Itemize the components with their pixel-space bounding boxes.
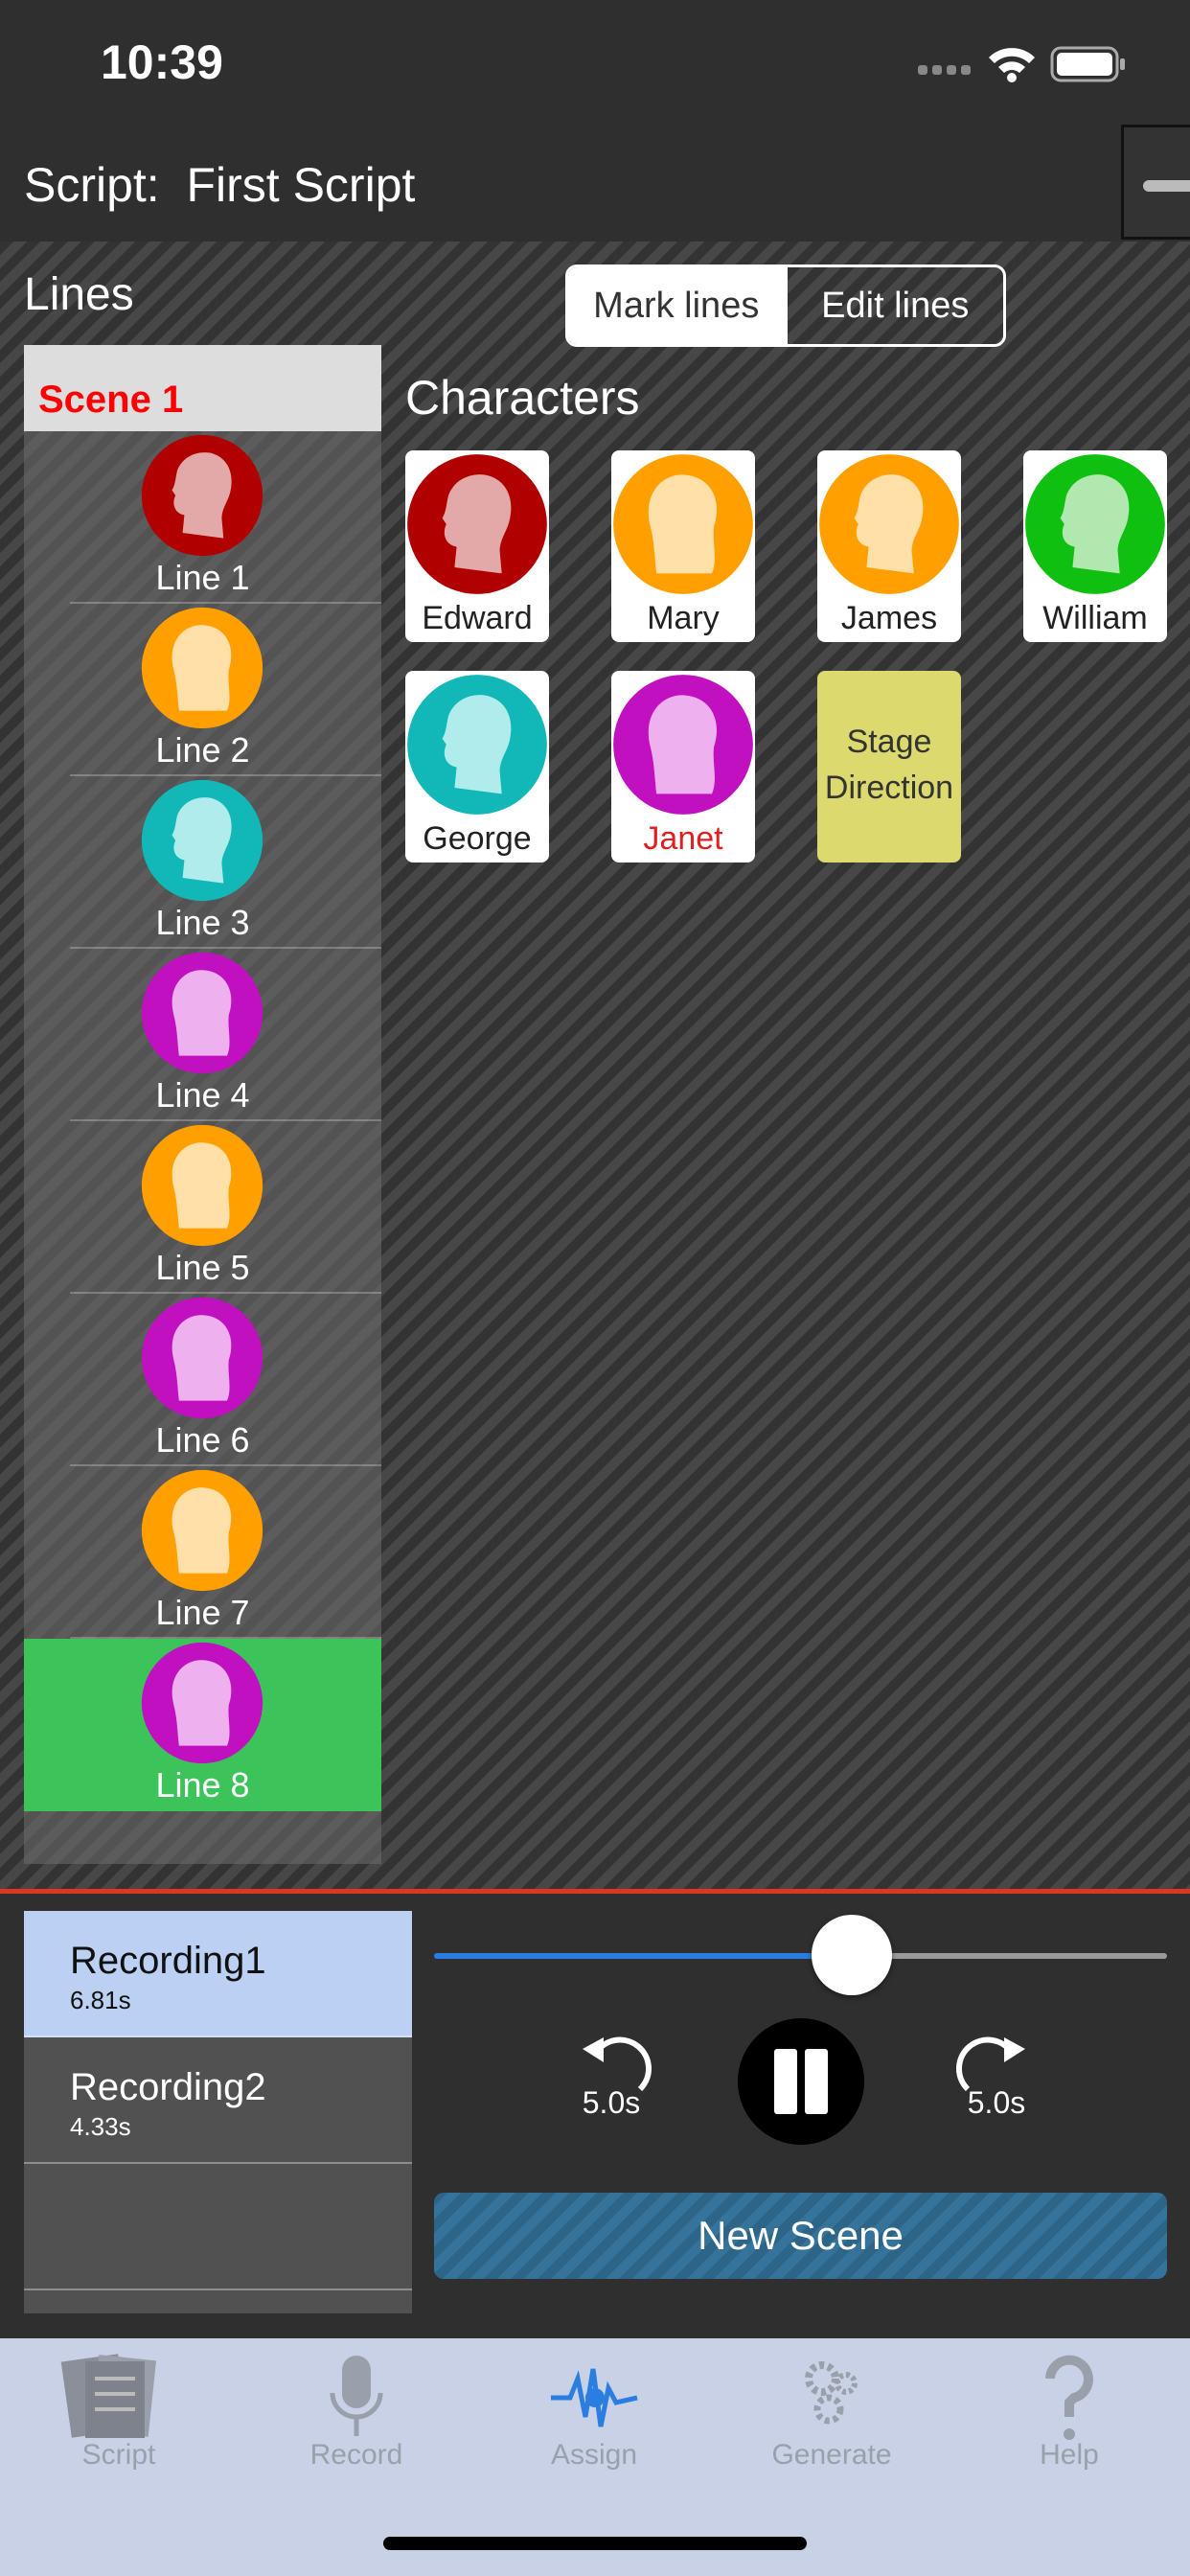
tab-record[interactable]: Record [251,2338,462,2482]
line-label: Line 7 [155,1593,250,1632]
menu-bar-icon [1143,180,1190,192]
status-time: 10:39 [101,35,223,89]
line-item[interactable]: Line 5 [24,1121,381,1294]
line-label: Line 6 [155,1420,250,1460]
character-card[interactable]: James [817,450,961,642]
script-title: Script: First Script [24,157,415,213]
line-item[interactable]: Line 7 [24,1466,381,1639]
line-item[interactable]: Line 2 [24,604,381,776]
battery-icon [1050,46,1125,82]
tab-help[interactable]: Help [964,2338,1175,2482]
playback-slider-filled[interactable] [434,1953,853,1959]
recording-duration: 4.33s [70,2112,131,2141]
character-avatar-icon [405,673,549,816]
new-scene-button[interactable]: New Scene [434,2193,1167,2279]
character-avatar-icon [140,1123,264,1248]
pause-icon [774,2049,797,2114]
script-label: Script: [24,158,160,212]
recording-row[interactable]: Recording1 6.81s [24,1911,412,2037]
character-name: George [423,820,532,857]
recording-row[interactable]: Recording2 4.33s [24,2037,412,2164]
scene-label: Scene 1 [38,379,184,421]
line-label: Line 3 [155,903,250,942]
line-item[interactable]: Line 3 [24,776,381,949]
character-card[interactable]: George [405,671,549,862]
stage-direction-line2: Direction [824,770,954,806]
cellular-signal-icon [918,65,971,75]
tab-assign[interactable]: Assign [489,2338,699,2482]
rewind-label: 5.0s [582,2085,641,2120]
character-avatar-icon [140,951,264,1075]
edit-lines-segment[interactable]: Edit lines [784,267,1004,344]
playback-slider-thumb[interactable] [812,1915,893,1995]
recording-name: Recording1 [70,1940,266,1982]
characters-heading: Characters [405,371,640,425]
character-avatar-icon [140,606,264,730]
mode-segmented-control: Mark lines Edit lines [565,264,1006,347]
character-avatar-icon [140,1296,264,1420]
pause-icon [805,2049,828,2114]
character-card[interactable]: Mary [611,450,755,642]
character-avatar-icon [140,778,264,903]
character-avatar-icon [611,452,755,596]
script-name: First Script [186,158,416,212]
microphone-icon [330,2356,383,2436]
character-avatar-icon [611,673,755,816]
stage-direction-card[interactable]: Stage Direction [817,671,961,862]
tab-label: Script [81,2439,156,2471]
question-icon [1045,2355,1093,2440]
line-item[interactable]: Line 6 [24,1294,381,1466]
home-indicator [383,2537,807,2550]
line-label: Line 2 [155,730,250,770]
character-avatar-icon [140,1468,264,1593]
character-card[interactable]: William [1023,450,1167,642]
pause-button[interactable] [738,2018,864,2145]
playback-slider-track[interactable] [852,1953,1167,1959]
character-name: Janet [643,820,723,857]
tab-label: Record [309,2439,403,2471]
line-item[interactable]: Line 1 [24,431,381,604]
mark-lines-segment[interactable]: Mark lines [568,267,785,344]
recording-name: Recording2 [70,2066,266,2108]
tab-script[interactable]: Script [13,2338,224,2482]
stage-direction-label: Stage Direction [817,719,961,811]
tab-label: Help [1040,2439,1099,2471]
line-label: Line 1 [155,558,250,597]
line-label: Line 5 [155,1248,250,1287]
line-label: Line 8 [155,1765,250,1805]
wifi-icon [989,48,1035,82]
tab-label: Assign [550,2439,638,2471]
character-avatar-icon [140,1641,264,1765]
forward-button[interactable]: 5.0s [939,2030,1054,2135]
line-item[interactable]: Line 4 [24,949,381,1121]
tab-label: Generate [771,2439,892,2471]
gears-icon [805,2361,858,2425]
line-label: Line 4 [155,1075,250,1115]
menu-button[interactable] [1121,125,1190,240]
character-card[interactable]: Janet [611,671,755,862]
character-name: William [1042,600,1148,636]
character-card[interactable]: Edward [405,450,549,642]
stage-direction-line1: Stage [846,724,932,760]
character-avatar-icon [1023,452,1167,596]
character-name: Edward [422,600,533,636]
waveform-icon [551,2368,638,2427]
forward-label: 5.0s [967,2085,1026,2120]
character-name: Mary [647,600,720,636]
recording-duration: 6.81s [70,1986,131,2014]
character-avatar-icon [405,452,549,596]
character-avatar-icon [817,452,961,596]
line-item[interactable]: Line 8 [24,1639,381,1811]
recording-row-empty [24,2164,412,2290]
character-avatar-icon [140,433,264,558]
tab-generate[interactable]: Generate [726,2338,937,2482]
rewind-button[interactable]: 5.0s [554,2030,669,2135]
script-icon [60,2354,157,2438]
lines-heading: Lines [24,269,134,320]
section-divider [0,1889,1190,1894]
character-name: James [840,600,938,636]
